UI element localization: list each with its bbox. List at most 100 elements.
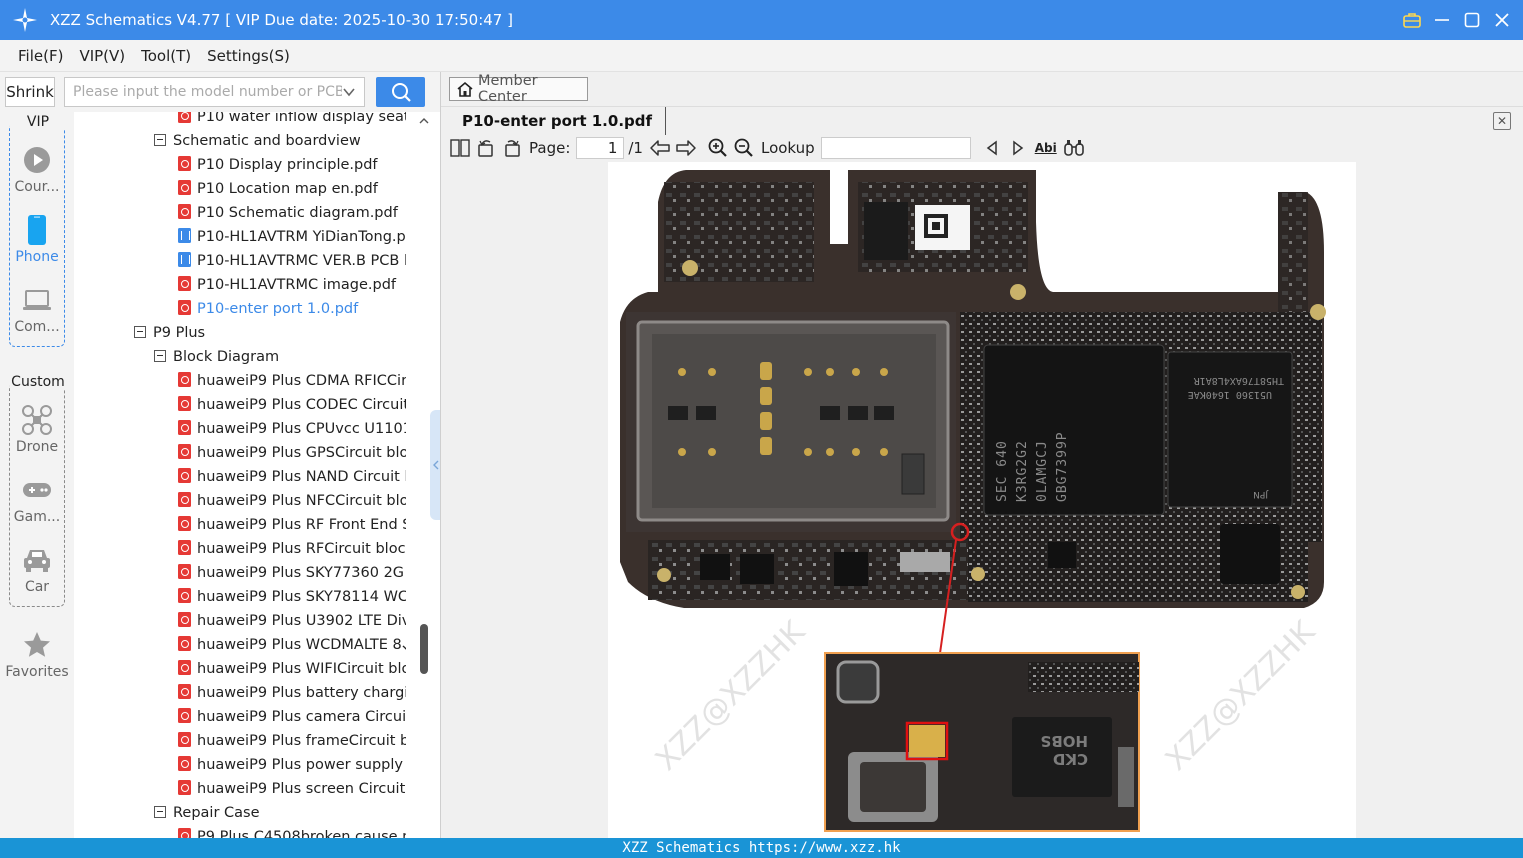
tab-document[interactable]: P10-enter port 1.0.pdf	[449, 107, 667, 135]
gamepad-icon	[23, 483, 51, 497]
tree-file[interactable]: huaweiP9 Plus CPUvcc U1101.U	[74, 417, 406, 441]
previous-page-icon[interactable]	[649, 137, 671, 159]
tree-label: Schematic and boardview	[173, 133, 361, 149]
nav-item-drone[interactable]: Drone	[0, 403, 74, 455]
tree-file[interactable]: huaweiP9 Plus NFCCircuit block	[74, 489, 406, 513]
tree-label: huaweiP9 Plus GPSCircuit block	[197, 445, 406, 461]
file-tree: P10 water inflow display seat is Schemati…	[74, 112, 418, 838]
pdf-file-icon	[178, 564, 191, 579]
tree-label: huaweiP9 Plus CPUvcc U1101.U	[197, 421, 406, 437]
search-button[interactable]	[376, 77, 425, 107]
tree-file[interactable]: huaweiP9 Plus camera Circuit b	[74, 705, 406, 729]
laptop-icon	[23, 290, 51, 310]
custom-group-label: Custom	[10, 374, 66, 390]
page-number-input[interactable]: 1	[576, 137, 625, 159]
tree-file[interactable]: P10-HL1AVTRMC image.pdf	[74, 273, 406, 297]
whole-word-icon[interactable]	[1063, 137, 1085, 159]
member-center-button[interactable]: Member Center	[449, 73, 588, 105]
tree-file[interactable]: P10-enter port 1.0.pdf	[74, 297, 406, 321]
lookup-input[interactable]	[820, 137, 971, 159]
car-icon	[24, 550, 50, 572]
tree-label: huaweiP9 Plus frameCircuit blo	[197, 733, 406, 749]
menu-settings[interactable]: Settings(S)	[207, 47, 290, 65]
nav-item-courses[interactable]: Cour...	[0, 143, 74, 195]
menu-file[interactable]: File(F)	[18, 47, 63, 65]
menu-tool[interactable]: Tool(T)	[141, 47, 191, 65]
find-next-icon[interactable]	[1007, 137, 1029, 159]
tree-folder[interactable]: Repair Case	[74, 801, 406, 825]
next-page-icon[interactable]	[675, 137, 697, 159]
tree-folder[interactable]: Block Diagram	[74, 345, 406, 369]
tree-file[interactable]: P10 Display principle.pdf	[74, 153, 406, 177]
maximize-icon[interactable]	[1457, 12, 1487, 28]
tree-label: huaweiP9 Plus NFCCircuit block	[197, 493, 406, 509]
chevron-down-icon[interactable]	[342, 85, 356, 99]
menu-vip[interactable]: VIP(V)	[79, 47, 125, 65]
tree-file[interactable]: P10-HL1AVTRMC VER.B PCB layout	[74, 249, 406, 273]
minimize-icon[interactable]	[1427, 12, 1457, 28]
pdf-file-icon	[178, 756, 191, 771]
scrollbar-thumb[interactable]	[420, 624, 428, 674]
tree-file[interactable]: huaweiP9 Plus NAND Circuit block	[74, 465, 406, 489]
menu-bar: File(F) VIP(V) Tool(T) Settings(S)	[0, 40, 1523, 72]
tree-file[interactable]: P10 Schematic diagram.pdf	[74, 201, 406, 225]
tree-label: P10 water inflow display seat is	[197, 112, 406, 125]
tree-file[interactable]: huaweiP9 Plus CDMA RFICCircuit	[74, 369, 406, 393]
tree-file[interactable]: huaweiP9 Plus GPSCircuit block	[74, 441, 406, 465]
tree-label: huaweiP9 Plus battery charging	[197, 685, 406, 701]
tree-file[interactable]: P9 Plus C4508broken cause no	[74, 825, 406, 838]
tree-scrollbar[interactable]	[418, 112, 430, 838]
tree-file[interactable]: huaweiP9 Plus CODEC Circuit block	[74, 393, 406, 417]
tree-file[interactable]: huaweiP9 Plus SKY78114 WCDMA	[74, 585, 406, 609]
tree-label: P10-enter port 1.0.pdf	[197, 301, 359, 317]
collapse-icon[interactable]	[154, 349, 166, 362]
tree-folder[interactable]: P9 Plus	[74, 321, 406, 345]
collapse-icon[interactable]	[154, 133, 166, 146]
zoom-in-icon[interactable]	[707, 137, 729, 159]
tree-file[interactable]: huaweiP9 Plus WIFICircuit block	[74, 657, 406, 681]
tree-file[interactable]: huaweiP9 Plus WCDMALTE 8、 1	[74, 633, 406, 657]
tree-label: P10 Location map en.pdf	[197, 181, 378, 197]
pdf-file-icon	[178, 300, 191, 315]
tree-folder[interactable]: Schematic and boardview	[74, 129, 406, 153]
search-input[interactable]: Please input the model number or PCB	[64, 77, 365, 107]
tree-file[interactable]: huaweiP9 Plus RFCircuit block c	[74, 537, 406, 561]
tree-file[interactable]: huaweiP9 Plus power supply U	[74, 753, 406, 777]
scroll-up-icon[interactable]	[418, 116, 430, 126]
rotate-right-icon[interactable]	[501, 137, 523, 159]
zoom-out-icon[interactable]	[733, 137, 755, 159]
tree-label: huaweiP9 Plus WIFICircuit block	[197, 661, 406, 677]
tree-file[interactable]: huaweiP9 Plus frameCircuit blo	[74, 729, 406, 753]
tree-file[interactable]: huaweiP9 Plus screen Circuit block	[74, 777, 406, 801]
app-logo-icon	[13, 8, 37, 32]
nav-item-car[interactable]: Car	[0, 543, 74, 595]
tree-file[interactable]: huaweiP9 Plus RF Front End Sw	[74, 513, 406, 537]
tree-file[interactable]: P10 Location map en.pdf	[74, 177, 406, 201]
tree-file[interactable]: huaweiP9 Plus battery charging	[74, 681, 406, 705]
close-icon[interactable]	[1487, 12, 1517, 28]
tree-label: Block Diagram	[173, 349, 280, 365]
nav-item-computer[interactable]: Com...	[0, 283, 74, 335]
two-page-icon[interactable]	[449, 137, 471, 159]
pdf-file-icon	[178, 444, 191, 459]
rotate-left-icon[interactable]	[475, 137, 497, 159]
find-previous-icon[interactable]	[981, 137, 1003, 159]
tree-file[interactable]: P10 water inflow display seat is	[74, 112, 406, 129]
search-icon	[391, 83, 411, 102]
close-tab-icon[interactable]: ✕	[1493, 112, 1511, 130]
match-case-icon[interactable]: Abi	[1033, 137, 1059, 159]
collapse-icon[interactable]	[154, 805, 166, 818]
vip-badge-icon[interactable]	[1397, 12, 1427, 28]
pdf-file-icon	[178, 420, 191, 435]
shrink-button[interactable]: Shrink	[5, 77, 55, 107]
nav-item-games[interactable]: Gam...	[0, 473, 74, 525]
collapse-icon[interactable]	[134, 325, 146, 338]
nav-item-favorites[interactable]: Favorites	[0, 628, 74, 680]
nav-item-phone[interactable]: Phone	[0, 213, 74, 265]
tree-file[interactable]: huaweiP9 Plus U3902 LTE Diver	[74, 609, 406, 633]
pdf-file-icon	[178, 708, 191, 723]
tree-file[interactable]: P10-HL1AVTRM YiDianTong.pcb	[74, 225, 406, 249]
tree-file[interactable]: huaweiP9 Plus SKY77360 2G am	[74, 561, 406, 585]
pdf-page[interactable]: GBG7399P0LAMGCJK3RG2G2SEC 640 TH58T76AX4…	[608, 162, 1356, 838]
pdf-file-icon	[178, 468, 191, 483]
